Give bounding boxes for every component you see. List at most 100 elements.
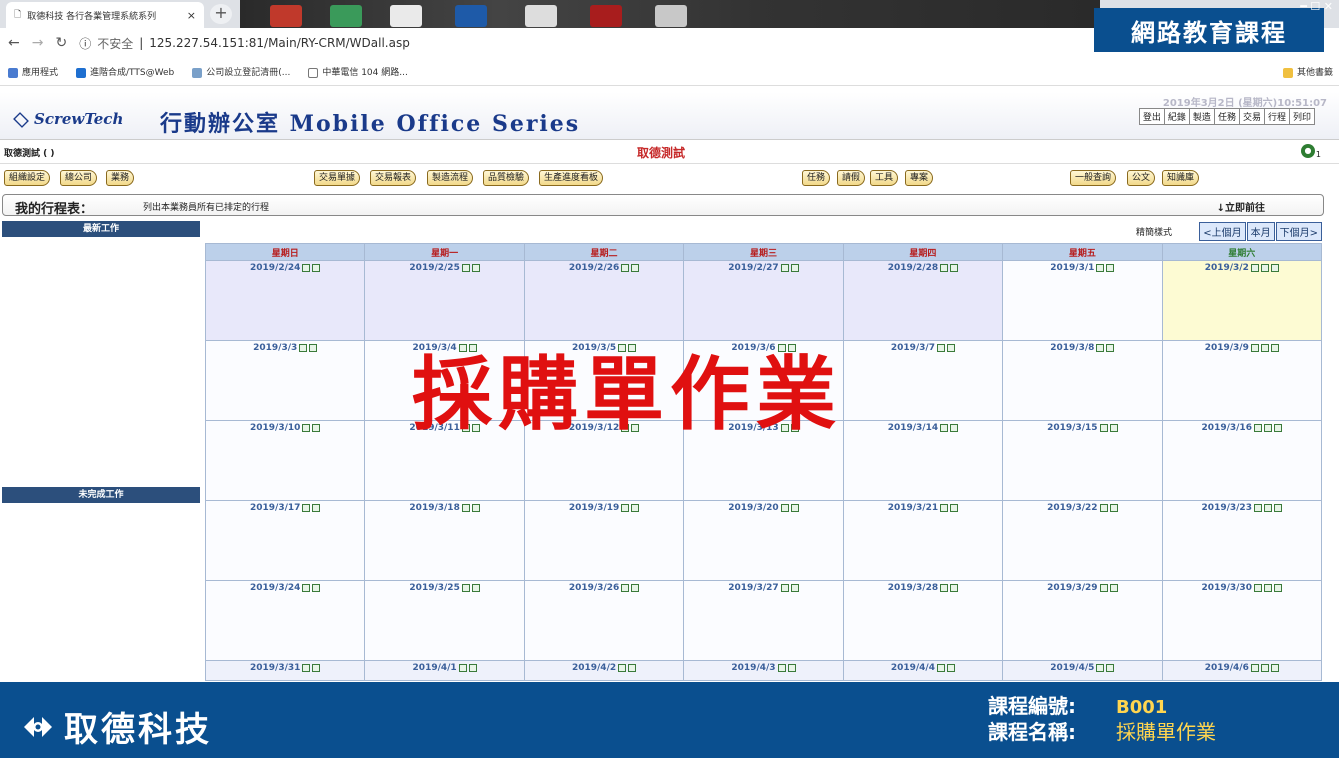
add-item-icon[interactable]: [299, 343, 308, 352]
calendar-day-cell[interactable]: 2019/2/24: [204, 260, 366, 341]
day-date[interactable]: 2019/4/6: [1205, 663, 1249, 673]
add-item-icon[interactable]: [1096, 343, 1105, 352]
window-controls[interactable]: ━ ☐ ✕: [1300, 0, 1333, 13]
next-month-button[interactable]: 下個月>: [1275, 222, 1322, 241]
other-bookmarks[interactable]: 其他書籤: [1282, 65, 1333, 78]
add-item-icon[interactable]: [1099, 503, 1108, 512]
menu-projects[interactable]: 專案: [905, 170, 934, 186]
schedule-button[interactable]: 行程: [1263, 108, 1290, 125]
calendar-day-cell[interactable]: 2019/3/29: [1002, 580, 1163, 661]
add-item-icon[interactable]: [940, 263, 949, 272]
add-item-icon[interactable]: [302, 503, 311, 512]
thumbnail[interactable]: [655, 5, 687, 27]
back-icon[interactable]: ←: [8, 35, 20, 51]
calendar-day-cell[interactable]: 2019/4/5: [1002, 660, 1163, 681]
add-item-icon[interactable]: [621, 503, 630, 512]
calendar-day-cell[interactable]: 2019/3/3: [204, 340, 366, 421]
menu-manufacture-flow[interactable]: 製造流程: [427, 170, 474, 186]
day-date[interactable]: 2019/2/24: [250, 263, 300, 273]
compact-style-link[interactable]: 精簡樣式: [1136, 225, 1172, 238]
manufacture-button[interactable]: 製造: [1188, 108, 1215, 125]
menu-headquarters[interactable]: 總公司: [60, 170, 98, 186]
browser-tab[interactable]: 🗋 取德科技 各行各業管理系統系列 ×: [6, 2, 204, 28]
bookmark-tts[interactable]: 進階合成/TTS@Web: [76, 65, 174, 78]
calendar-day-cell[interactable]: 2019/3/10: [204, 420, 366, 501]
thumbnail[interactable]: [390, 5, 422, 27]
calendar-day-cell[interactable]: 2019/4/1: [364, 660, 525, 681]
day-date[interactable]: 2019/3/9: [1205, 343, 1249, 353]
menu-sales[interactable]: 業務: [106, 170, 135, 186]
day-date[interactable]: 2019/4/5: [1050, 663, 1094, 673]
day-date[interactable]: 2019/4/1: [413, 663, 457, 673]
menu-official-docs[interactable]: 公文: [1127, 170, 1156, 186]
list-icon[interactable]: [950, 583, 959, 592]
add-item-icon[interactable]: [1253, 423, 1262, 432]
add-item-icon[interactable]: [1096, 263, 1105, 272]
add-item-icon[interactable]: [1250, 263, 1259, 272]
list-icon[interactable]: [631, 583, 640, 592]
menu-org-settings[interactable]: 組織設定: [4, 170, 51, 186]
day-date[interactable]: 2019/2/28: [888, 263, 938, 273]
list-icon[interactable]: [471, 263, 480, 272]
menu-tools[interactable]: 工具: [870, 170, 899, 186]
calendar-day-cell[interactable]: 2019/4/2: [523, 660, 685, 681]
calendar-day-cell[interactable]: 2019/3/7: [842, 340, 1004, 421]
list-icon[interactable]: [1270, 263, 1279, 272]
list-icon[interactable]: [946, 343, 955, 352]
add-item-icon[interactable]: [302, 583, 311, 592]
task-button[interactable]: 任務: [1213, 108, 1240, 125]
go-now-link[interactable]: ↓立即前往: [1217, 199, 1265, 214]
add-item-icon[interactable]: [458, 663, 467, 672]
day-date[interactable]: 2019/3/24: [250, 583, 300, 593]
list-icon[interactable]: [312, 263, 321, 272]
list-icon[interactable]: [312, 503, 321, 512]
latest-work-header[interactable]: 最新工作: [2, 221, 200, 237]
thumbnail[interactable]: [330, 5, 362, 27]
bookmark-cht[interactable]: 中華電信 104 網路...: [308, 65, 408, 78]
day-date[interactable]: 2019/2/27: [728, 263, 778, 273]
day-date[interactable]: 2019/4/2: [572, 663, 616, 673]
day-date[interactable]: 2019/4/3: [731, 663, 775, 673]
list-icon[interactable]: [1270, 663, 1279, 672]
thumbnail[interactable]: [455, 5, 487, 27]
list-icon[interactable]: [1273, 583, 1282, 592]
add-item-icon[interactable]: [1099, 423, 1108, 432]
calendar-day-cell[interactable]: 2019/3/28: [842, 580, 1004, 661]
calendar-day-cell[interactable]: 2019/3/26: [523, 580, 685, 661]
reload-icon[interactable]: ↻: [55, 35, 67, 51]
add-item-icon[interactable]: [302, 423, 311, 432]
add-item-icon[interactable]: [777, 663, 786, 672]
add-item-icon[interactable]: [1099, 583, 1108, 592]
add-item-icon[interactable]: [1096, 663, 1105, 672]
trade-button[interactable]: 交易: [1238, 108, 1265, 125]
list-icon[interactable]: [312, 583, 321, 592]
calendar-day-cell[interactable]: 2019/3/21: [842, 500, 1004, 581]
forward-icon[interactable]: →: [32, 35, 44, 51]
add-item-icon[interactable]: [1253, 583, 1262, 592]
add-item-icon[interactable]: [780, 263, 789, 272]
list-icon[interactable]: [471, 583, 480, 592]
list-icon[interactable]: [790, 503, 799, 512]
list-icon[interactable]: [950, 503, 959, 512]
day-date[interactable]: 2019/3/14: [888, 423, 938, 433]
add-item-icon[interactable]: [936, 343, 945, 352]
add-item-icon[interactable]: [621, 583, 630, 592]
pending-work-header[interactable]: 未完成工作: [2, 487, 200, 503]
add-item-icon[interactable]: [461, 263, 470, 272]
day-date[interactable]: 2019/3/17: [250, 503, 300, 513]
day-date[interactable]: 2019/3/19: [569, 503, 619, 513]
add-item-icon[interactable]: [940, 503, 949, 512]
day-date[interactable]: 2019/3/1: [1050, 263, 1094, 273]
menu-general-query[interactable]: 一般查詢: [1070, 170, 1117, 186]
list-icon[interactable]: [1263, 503, 1272, 512]
day-date[interactable]: 2019/3/8: [1050, 343, 1094, 353]
add-item-icon[interactable]: [940, 583, 949, 592]
calendar-day-cell[interactable]: 2019/4/4: [842, 660, 1004, 681]
calendar-day-cell[interactable]: 2019/3/22: [1002, 500, 1163, 581]
list-icon[interactable]: [312, 423, 321, 432]
day-date[interactable]: 2019/3/26: [569, 583, 619, 593]
prev-month-button[interactable]: <上個月: [1199, 222, 1246, 241]
list-icon[interactable]: [1260, 343, 1269, 352]
day-date[interactable]: 2019/2/26: [569, 263, 619, 273]
calendar-day-cell[interactable]: 2019/3/30: [1161, 580, 1323, 661]
